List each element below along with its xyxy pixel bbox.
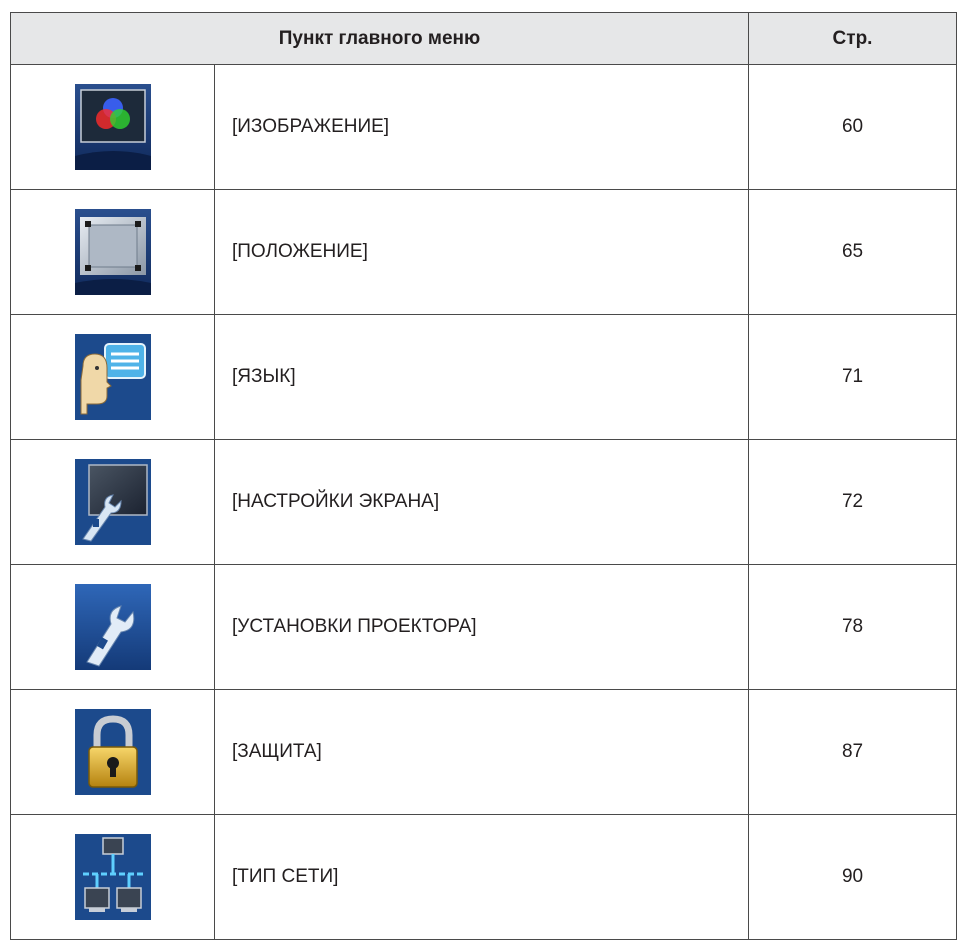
icon-cell <box>10 689 215 815</box>
table-row: [ЯЗЫК] 71 <box>10 314 958 440</box>
page-number: 90 <box>748 814 958 940</box>
table-row: [УСТАНОВКИ ПРОЕКТОРА] 78 <box>10 564 958 690</box>
icon-cell <box>10 314 215 440</box>
main-menu-table: Пункт главного меню Стр. [ИЗОБРАЖЕНИЕ] 6… <box>9 12 958 940</box>
icon-cell <box>10 814 215 940</box>
page-number: 71 <box>748 314 958 440</box>
icon-cell <box>10 189 215 315</box>
page-number: 78 <box>748 564 958 690</box>
menu-item-name: [ИЗОБРАЖЕНИЕ] <box>213 64 750 190</box>
menu-item-name: [ЯЗЫК] <box>213 314 750 440</box>
menu-item-name: [НАСТРОЙКИ ЭКРАНА] <box>213 439 750 565</box>
page-number: 60 <box>748 64 958 190</box>
menu-item-name: [ЗАЩИТА] <box>213 689 750 815</box>
language-icon <box>74 334 151 420</box>
display-settings-icon <box>74 459 151 545</box>
page-number: 65 <box>748 189 958 315</box>
picture-icon <box>74 84 151 170</box>
table-row: [ИЗОБРАЖЕНИЕ] 60 <box>10 64 958 190</box>
security-lock-icon <box>74 709 151 795</box>
header-menu-item: Пункт главного меню <box>9 12 750 65</box>
page-number: 87 <box>748 689 958 815</box>
table-row: [ЗАЩИТА] 87 <box>10 689 958 815</box>
table-header-row: Пункт главного меню Стр. <box>9 12 958 65</box>
menu-item-name: [ПОЛОЖЕНИЕ] <box>213 189 750 315</box>
table-row: [НАСТРОЙКИ ЭКРАНА] 72 <box>10 439 958 565</box>
header-page: Стр. <box>748 12 958 65</box>
page-number: 72 <box>748 439 958 565</box>
icon-cell <box>10 564 215 690</box>
table-row: [ПОЛОЖЕНИЕ] 65 <box>10 189 958 315</box>
icon-cell <box>10 439 215 565</box>
menu-item-name: [УСТАНОВКИ ПРОЕКТОРА] <box>213 564 750 690</box>
table-row: [ТИП СЕТИ] 90 <box>10 814 958 940</box>
position-icon <box>74 209 151 295</box>
projector-setup-icon <box>74 584 151 670</box>
icon-cell <box>10 64 215 190</box>
menu-item-name: [ТИП СЕТИ] <box>213 814 750 940</box>
network-icon <box>74 834 151 920</box>
